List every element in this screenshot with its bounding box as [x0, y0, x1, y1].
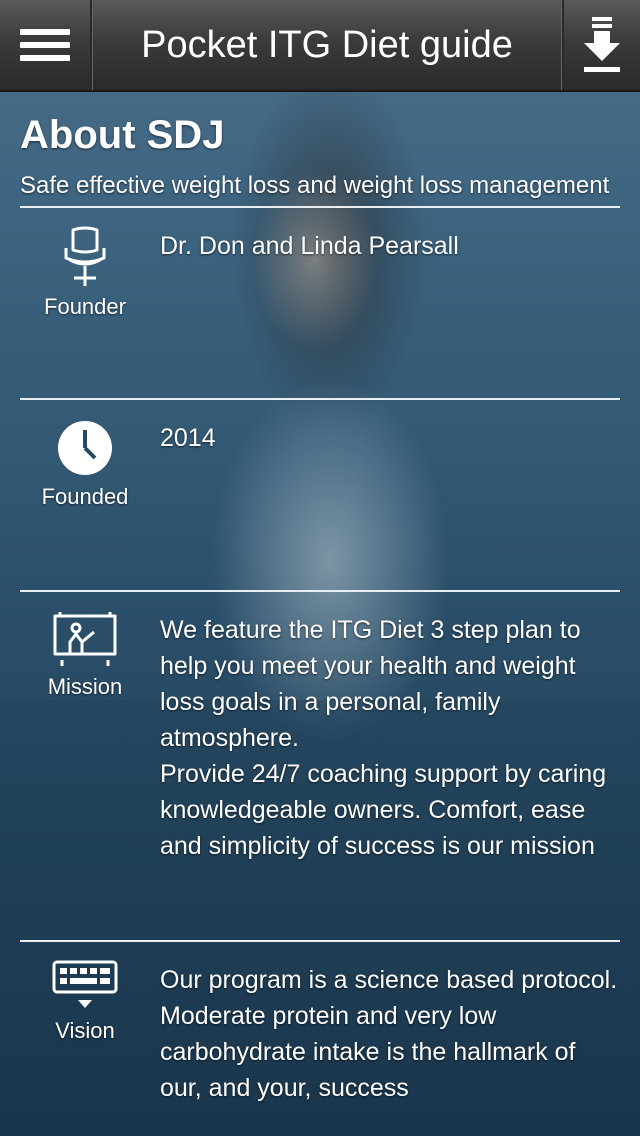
founder-label: Founder	[44, 294, 126, 319]
app-header: Pocket ITG Diet guide	[0, 0, 640, 92]
keyboard-icon	[52, 960, 118, 1008]
vision-label: Vision	[55, 1018, 115, 1043]
founded-section: Founded 2014	[20, 400, 620, 590]
about-content: About SDJ Safe effective weight loss and…	[20, 110, 620, 1122]
vision-section: Vision Our program is a science based pr…	[20, 942, 620, 1122]
download-button[interactable]	[562, 0, 640, 90]
founder-icon-block: Founder	[20, 226, 150, 320]
founder-section: Founder Dr. Don and Linda Pearsall	[20, 208, 620, 398]
founded-icon-block: Founded	[20, 418, 150, 510]
page-subtitle: Safe effective weight loss and weight lo…	[20, 172, 610, 199]
founder-text: Dr. Don and Linda Pearsall	[160, 232, 459, 260]
page-title: About SDJ	[20, 113, 225, 157]
mission-label: Mission	[47, 674, 123, 699]
app-title: Pocket ITG Diet guide	[141, 23, 513, 66]
mission-text: We feature the ITG Diet 3 step plan to h…	[160, 616, 607, 860]
hamburger-menu-icon	[20, 22, 70, 68]
founded-text: 2014	[160, 424, 216, 452]
clock-icon	[58, 421, 112, 475]
download-icon	[584, 17, 620, 72]
presentation-board-icon	[53, 612, 117, 666]
vision-icon-block: Vision	[20, 960, 150, 1044]
mission-icon-block: Mission	[20, 610, 150, 700]
chair-icon	[64, 226, 106, 286]
menu-button[interactable]	[0, 0, 92, 90]
mission-section: Mission We feature the ITG Diet 3 step p…	[20, 592, 620, 940]
vision-text: Our program is a science based protocol.…	[160, 966, 618, 1102]
founded-label: Founded	[41, 484, 129, 509]
